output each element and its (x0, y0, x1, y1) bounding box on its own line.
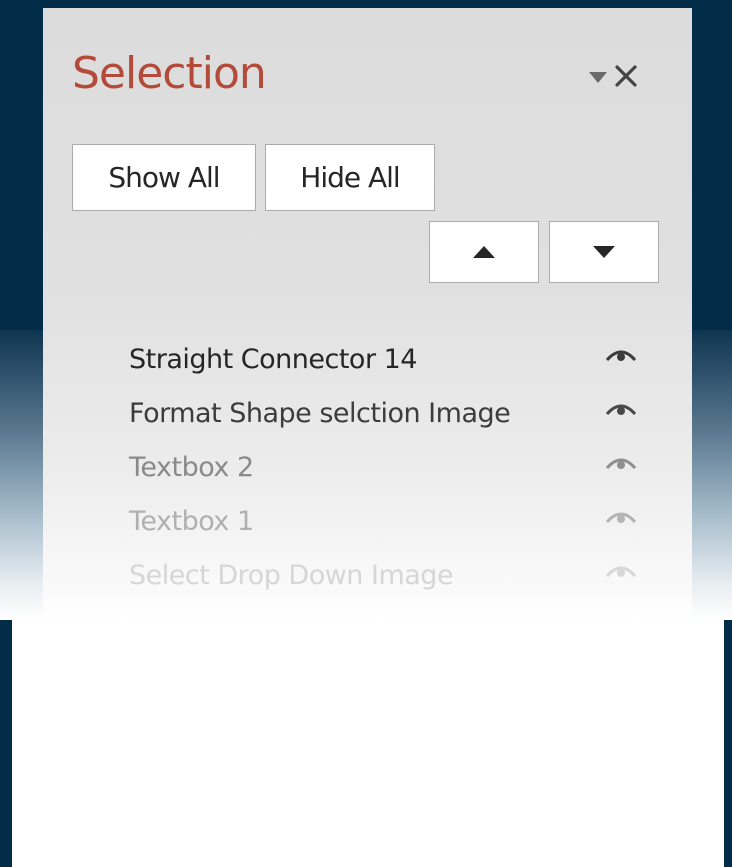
eye-icon[interactable] (605, 616, 637, 620)
list-item[interactable]: Textbox 2 (43, 442, 692, 496)
list-item[interactable] (43, 604, 692, 620)
list-item[interactable]: Select Drop Down Image (43, 550, 692, 604)
eye-icon[interactable] (605, 454, 637, 474)
slide-background-white (0, 620, 732, 867)
list-item[interactable]: Format Shape selction Image (43, 388, 692, 442)
eye-icon[interactable] (605, 508, 637, 528)
eye-icon[interactable] (605, 346, 637, 366)
list-item-label: Textbox 2 (129, 452, 254, 483)
eye-icon[interactable] (605, 562, 637, 582)
list-item[interactable]: Straight Connector 14 (43, 334, 692, 388)
selection-pane: Selection Show All Hide All Straight Con… (43, 8, 692, 620)
eye-icon[interactable] (605, 400, 637, 420)
list-item-label: Straight Connector 14 (129, 344, 418, 375)
caret-down-icon[interactable] (589, 72, 607, 84)
pane-title: Selection (72, 48, 267, 99)
left-border-strip (0, 620, 12, 867)
triangle-down-icon (593, 246, 615, 258)
list-item-label: Select Drop Down Image (129, 560, 454, 591)
list-item[interactable]: Textbox 1 (43, 496, 692, 550)
list-item-label: Textbox 1 (129, 506, 254, 537)
right-border-strip (724, 620, 732, 867)
close-icon[interactable] (614, 64, 638, 88)
list-item-label: Format Shape selction Image (129, 398, 511, 429)
show-all-button[interactable]: Show All (72, 144, 256, 211)
bring-forward-button[interactable] (429, 221, 539, 283)
triangle-up-icon (473, 246, 495, 258)
hide-all-button[interactable]: Hide All (265, 144, 435, 211)
send-backward-button[interactable] (549, 221, 659, 283)
